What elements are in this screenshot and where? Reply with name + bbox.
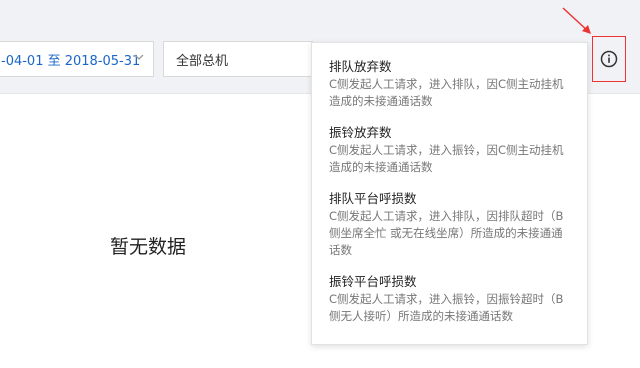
date-range-value: -04-01 至 2018-05-31 xyxy=(1,53,141,69)
popover-item: 排队平台呼损数 C侧发起人工请求，进入排队，因排队超时（B侧坐席全忙 或无在线坐… xyxy=(329,190,573,259)
metrics-help-popover: 排队放弃数 C侧发起人工请求，进入排队，因C侧主动挂机造成的未接通通话数 振铃放… xyxy=(311,42,588,345)
switch-select-value: 全部总机 xyxy=(176,53,229,69)
popover-item: 振铃放弃数 C侧发起人工请求，进入振铃，因C侧主动挂机造成的未接通通话数 xyxy=(329,124,573,176)
popover-item-title: 振铃放弃数 xyxy=(329,125,392,140)
info-highlight-box xyxy=(592,36,626,82)
date-range-picker[interactable]: -04-01 至 2018-05-31 xyxy=(0,41,154,77)
popover-item-desc: C侧发起人工请求，进入振铃，因振铃超时（B侧无人接听）所造成的未接通通话数 xyxy=(329,292,564,323)
popover-item-title: 排队平台呼损数 xyxy=(329,191,417,206)
popover-item-title: 排队放弃数 xyxy=(329,59,392,74)
annotation-arrow xyxy=(562,7,591,34)
popover-item-desc: C侧发起人工请求，进入排队，因排队超时（B侧坐席全忙 或无在线坐席）所造成的未接… xyxy=(329,209,564,257)
popover-item: 振铃平台呼损数 C侧发起人工请求，进入振铃，因振铃超时（B侧无人接听）所造成的未… xyxy=(329,273,573,325)
info-circle-icon[interactable] xyxy=(600,50,618,68)
popover-item: 排队放弃数 C侧发起人工请求，进入排队，因C侧主动挂机造成的未接通通话数 xyxy=(329,58,573,110)
switch-select[interactable]: 全部总机 xyxy=(163,41,313,77)
empty-state-text: 暂无数据 xyxy=(110,236,187,258)
popover-item-desc: C侧发起人工请求，进入振铃，因C侧主动挂机造成的未接通通话数 xyxy=(329,143,564,174)
popover-item-desc: C侧发起人工请求，进入排队，因C侧主动挂机造成的未接通通话数 xyxy=(329,77,564,108)
chevron-down-icon xyxy=(134,54,144,60)
popover-item-title: 振铃平台呼损数 xyxy=(329,274,417,289)
